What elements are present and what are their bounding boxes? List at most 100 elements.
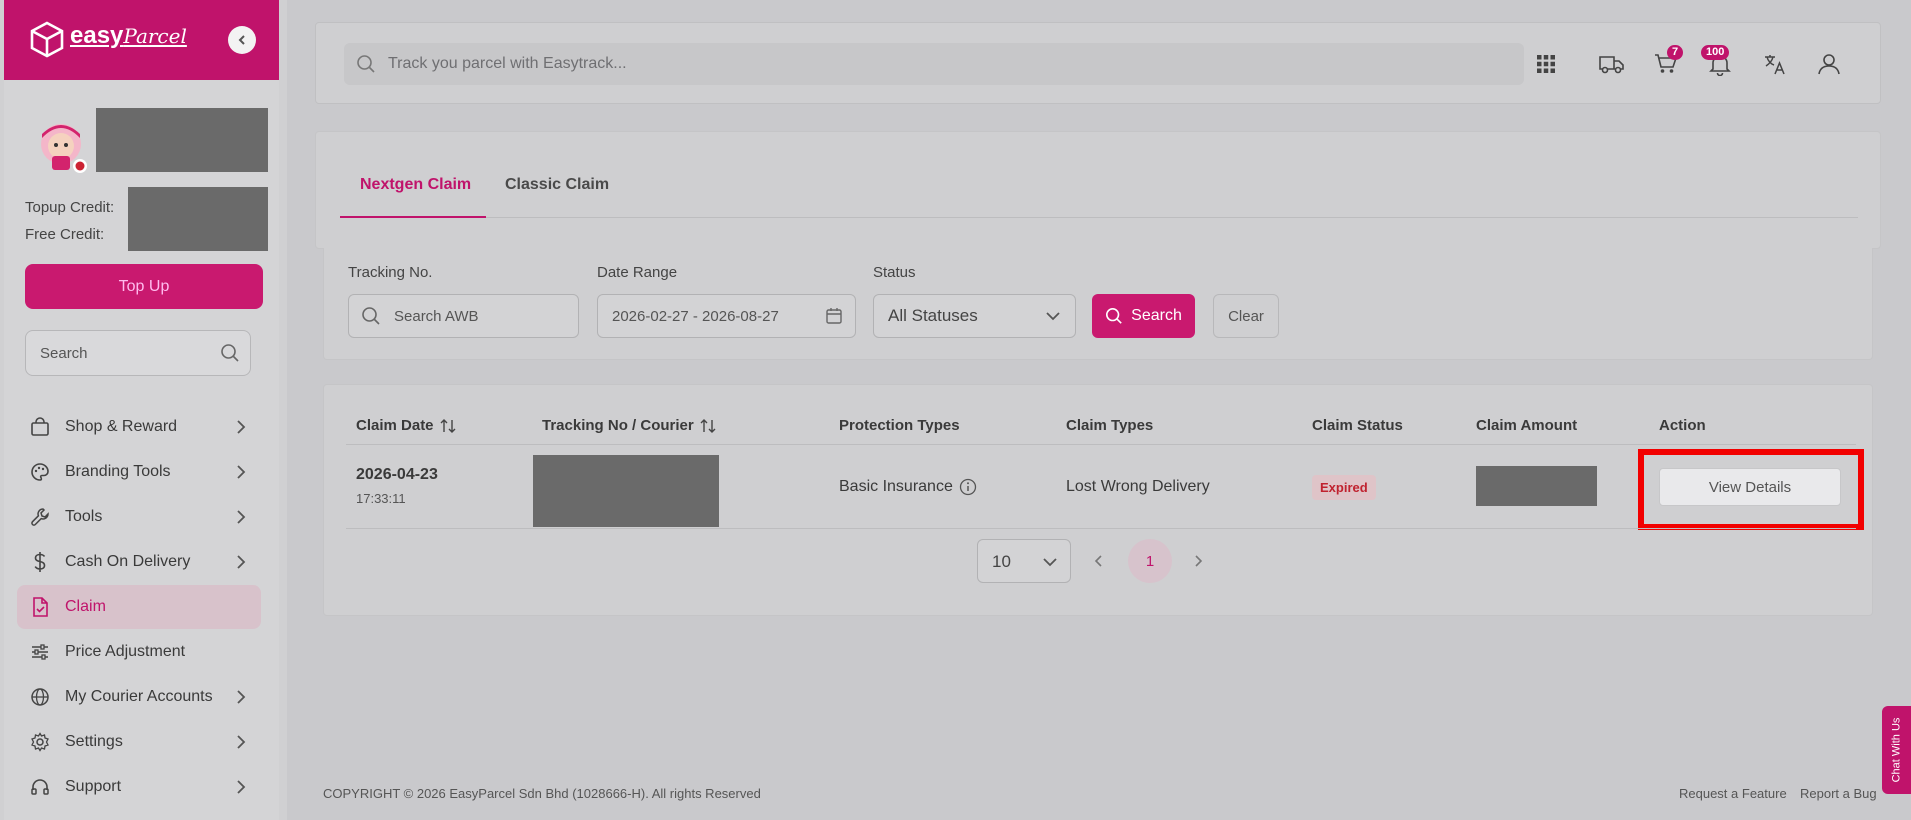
highlight-box — [1638, 449, 1864, 530]
search-icon — [362, 307, 380, 325]
sidebar-search-input[interactable]: Search — [25, 330, 251, 376]
collapse-sidebar-button[interactable] — [228, 26, 256, 54]
sidebar-item-claim[interactable]: Claim — [17, 585, 261, 629]
box-logo-icon — [30, 21, 64, 58]
page-size-select[interactable]: 10 — [977, 539, 1071, 583]
sidebar-item-label: Branding Tools — [65, 463, 171, 480]
tab-classic-claim[interactable]: Classic Claim — [505, 176, 609, 194]
tracking-no-redacted — [533, 455, 719, 527]
brand-header: easyParcel — [4, 0, 279, 80]
column-header-claim-date[interactable]: Claim Date — [356, 417, 456, 434]
sidebar-item-support[interactable]: Support — [17, 765, 261, 809]
brand-name-script: Parcel — [123, 24, 187, 48]
protection-type-label: Basic Insurance — [839, 478, 953, 495]
sidebar-item-branding-tools[interactable]: Branding Tools — [17, 450, 261, 494]
sort-icon[interactable] — [440, 418, 456, 434]
sidebar-item-label: Support — [65, 778, 122, 795]
request-feature-link[interactable]: Request a Feature — [1679, 786, 1787, 801]
sidebar-item-cash-on-delivery[interactable]: Cash On Delivery — [17, 540, 261, 584]
claim-type: Lost Wrong Delivery — [1066, 478, 1210, 495]
previous-page-icon[interactable] — [1093, 551, 1105, 571]
active-tab-indicator — [340, 216, 486, 218]
chevron-down-icon — [1043, 558, 1057, 567]
search-icon[interactable] — [220, 343, 240, 363]
bell-icon[interactable]: 100 — [1701, 45, 1733, 77]
chat-with-us-label: Chat With Us — [1890, 717, 1903, 783]
page-number-current[interactable]: 1 — [1128, 539, 1172, 583]
chevron-down-icon — [1046, 312, 1060, 321]
claim-amount-redacted — [1476, 466, 1597, 506]
column-header-protection-types: Protection Types — [839, 417, 960, 434]
column-header-claim-amount: Claim Amount — [1476, 417, 1578, 434]
column-header-tracking-no[interactable]: Tracking No / Courier — [542, 417, 716, 434]
sidebar-item-settings[interactable]: Settings — [17, 720, 261, 764]
search-button[interactable]: Search — [1092, 294, 1195, 338]
filters-card: Tracking No. Search AWB Date Range 2026-… — [323, 248, 1873, 360]
date-range-value: 2026-02-27 - 2026-08-27 — [612, 308, 779, 325]
translate-icon[interactable] — [1762, 51, 1788, 77]
tracking-no-label: Tracking No. — [348, 264, 433, 281]
top-up-button[interactable]: Top Up — [25, 264, 263, 309]
claim-tabs-card: Nextgen Claim Classic Claim — [315, 131, 1881, 249]
status-select-value: All Statuses — [888, 306, 978, 325]
palette-icon — [29, 461, 51, 483]
chevron-right-icon — [237, 690, 246, 704]
date-range-label: Date Range — [597, 264, 678, 281]
wrench-icon — [29, 506, 51, 528]
sidebar-item-label: Cash On Delivery — [65, 553, 191, 570]
clear-button[interactable]: Clear — [1213, 294, 1279, 338]
header-divider — [346, 444, 1856, 445]
sliders-icon — [29, 641, 51, 663]
cart-count-badge: 7 — [1667, 45, 1684, 60]
sidebar-item-label: Tools — [65, 508, 103, 525]
date-range-input[interactable]: 2026-02-27 - 2026-08-27 — [597, 294, 856, 338]
column-header-label: Tracking No / Courier — [542, 417, 694, 434]
tab-divider — [340, 217, 1858, 218]
credit-values-redacted — [128, 187, 268, 251]
user-name-redacted — [96, 108, 268, 172]
status-select[interactable]: All Statuses — [873, 294, 1076, 338]
truck-icon[interactable] — [1599, 51, 1625, 77]
sidebar-item-tools[interactable]: Tools — [17, 495, 261, 539]
chat-with-us-button[interactable]: Chat With Us — [1882, 706, 1911, 794]
search-icon — [1106, 307, 1122, 324]
next-page-icon[interactable] — [1192, 551, 1204, 571]
avatar[interactable] — [34, 116, 88, 176]
info-icon[interactable] — [959, 478, 977, 496]
column-header-claim-status: Claim Status — [1312, 417, 1403, 434]
row-divider — [346, 528, 1856, 529]
free-credit-label: Free Credit: — [25, 226, 105, 243]
sidebar-item-shop-reward[interactable]: Shop & Reward — [17, 405, 261, 449]
sidebar-item-label: Price Adjustment — [65, 643, 186, 660]
sort-icon[interactable] — [700, 418, 716, 434]
brand-logo-text[interactable]: easyParcel — [70, 22, 187, 50]
easytrack-search-input[interactable]: Track you parcel with Easytrack... — [344, 43, 1524, 85]
column-header-label: Claim Date — [356, 417, 434, 434]
sidebar-item-my-courier-accounts[interactable]: My Courier Accounts — [17, 675, 261, 719]
chevron-right-icon — [237, 555, 246, 569]
report-bug-link[interactable]: Report a Bug — [1800, 786, 1877, 801]
calendar-icon[interactable] — [825, 307, 843, 325]
sidebar-item-label: My Courier Accounts — [65, 688, 213, 705]
gear-icon — [29, 731, 51, 753]
globe-icon — [29, 686, 51, 708]
sidebar-item-price-adjustment[interactable]: Price Adjustment — [17, 630, 261, 674]
status-label: Status — [873, 264, 916, 281]
tab-nextgen-claim[interactable]: Nextgen Claim — [360, 176, 471, 194]
claims-table-card: Claim Date Tracking No / Courier Protect… — [323, 384, 1873, 616]
chevron-right-icon — [237, 735, 246, 749]
top-bar: Track you parcel with Easytrack... 7 100 — [315, 22, 1881, 104]
column-header-action: Action — [1659, 417, 1706, 434]
column-header-claim-types: Claim Types — [1066, 417, 1154, 434]
easytrack-search-placeholder: Track you parcel with Easytrack... — [388, 55, 627, 72]
sidebar-item-label: Claim — [65, 598, 106, 615]
tracking-no-input[interactable]: Search AWB — [348, 294, 579, 338]
status-badge: Expired — [1312, 475, 1376, 500]
claim-document-icon — [29, 596, 51, 618]
search-icon — [357, 55, 375, 73]
user-profile-icon[interactable] — [1816, 51, 1842, 77]
sidebar: easyParcel Topup Credit: Free Credit: To… — [0, 0, 287, 820]
cart-icon[interactable]: 7 — [1653, 45, 1684, 77]
notification-count-badge: 100 — [1701, 45, 1730, 60]
apps-grid-icon[interactable] — [1533, 51, 1559, 77]
